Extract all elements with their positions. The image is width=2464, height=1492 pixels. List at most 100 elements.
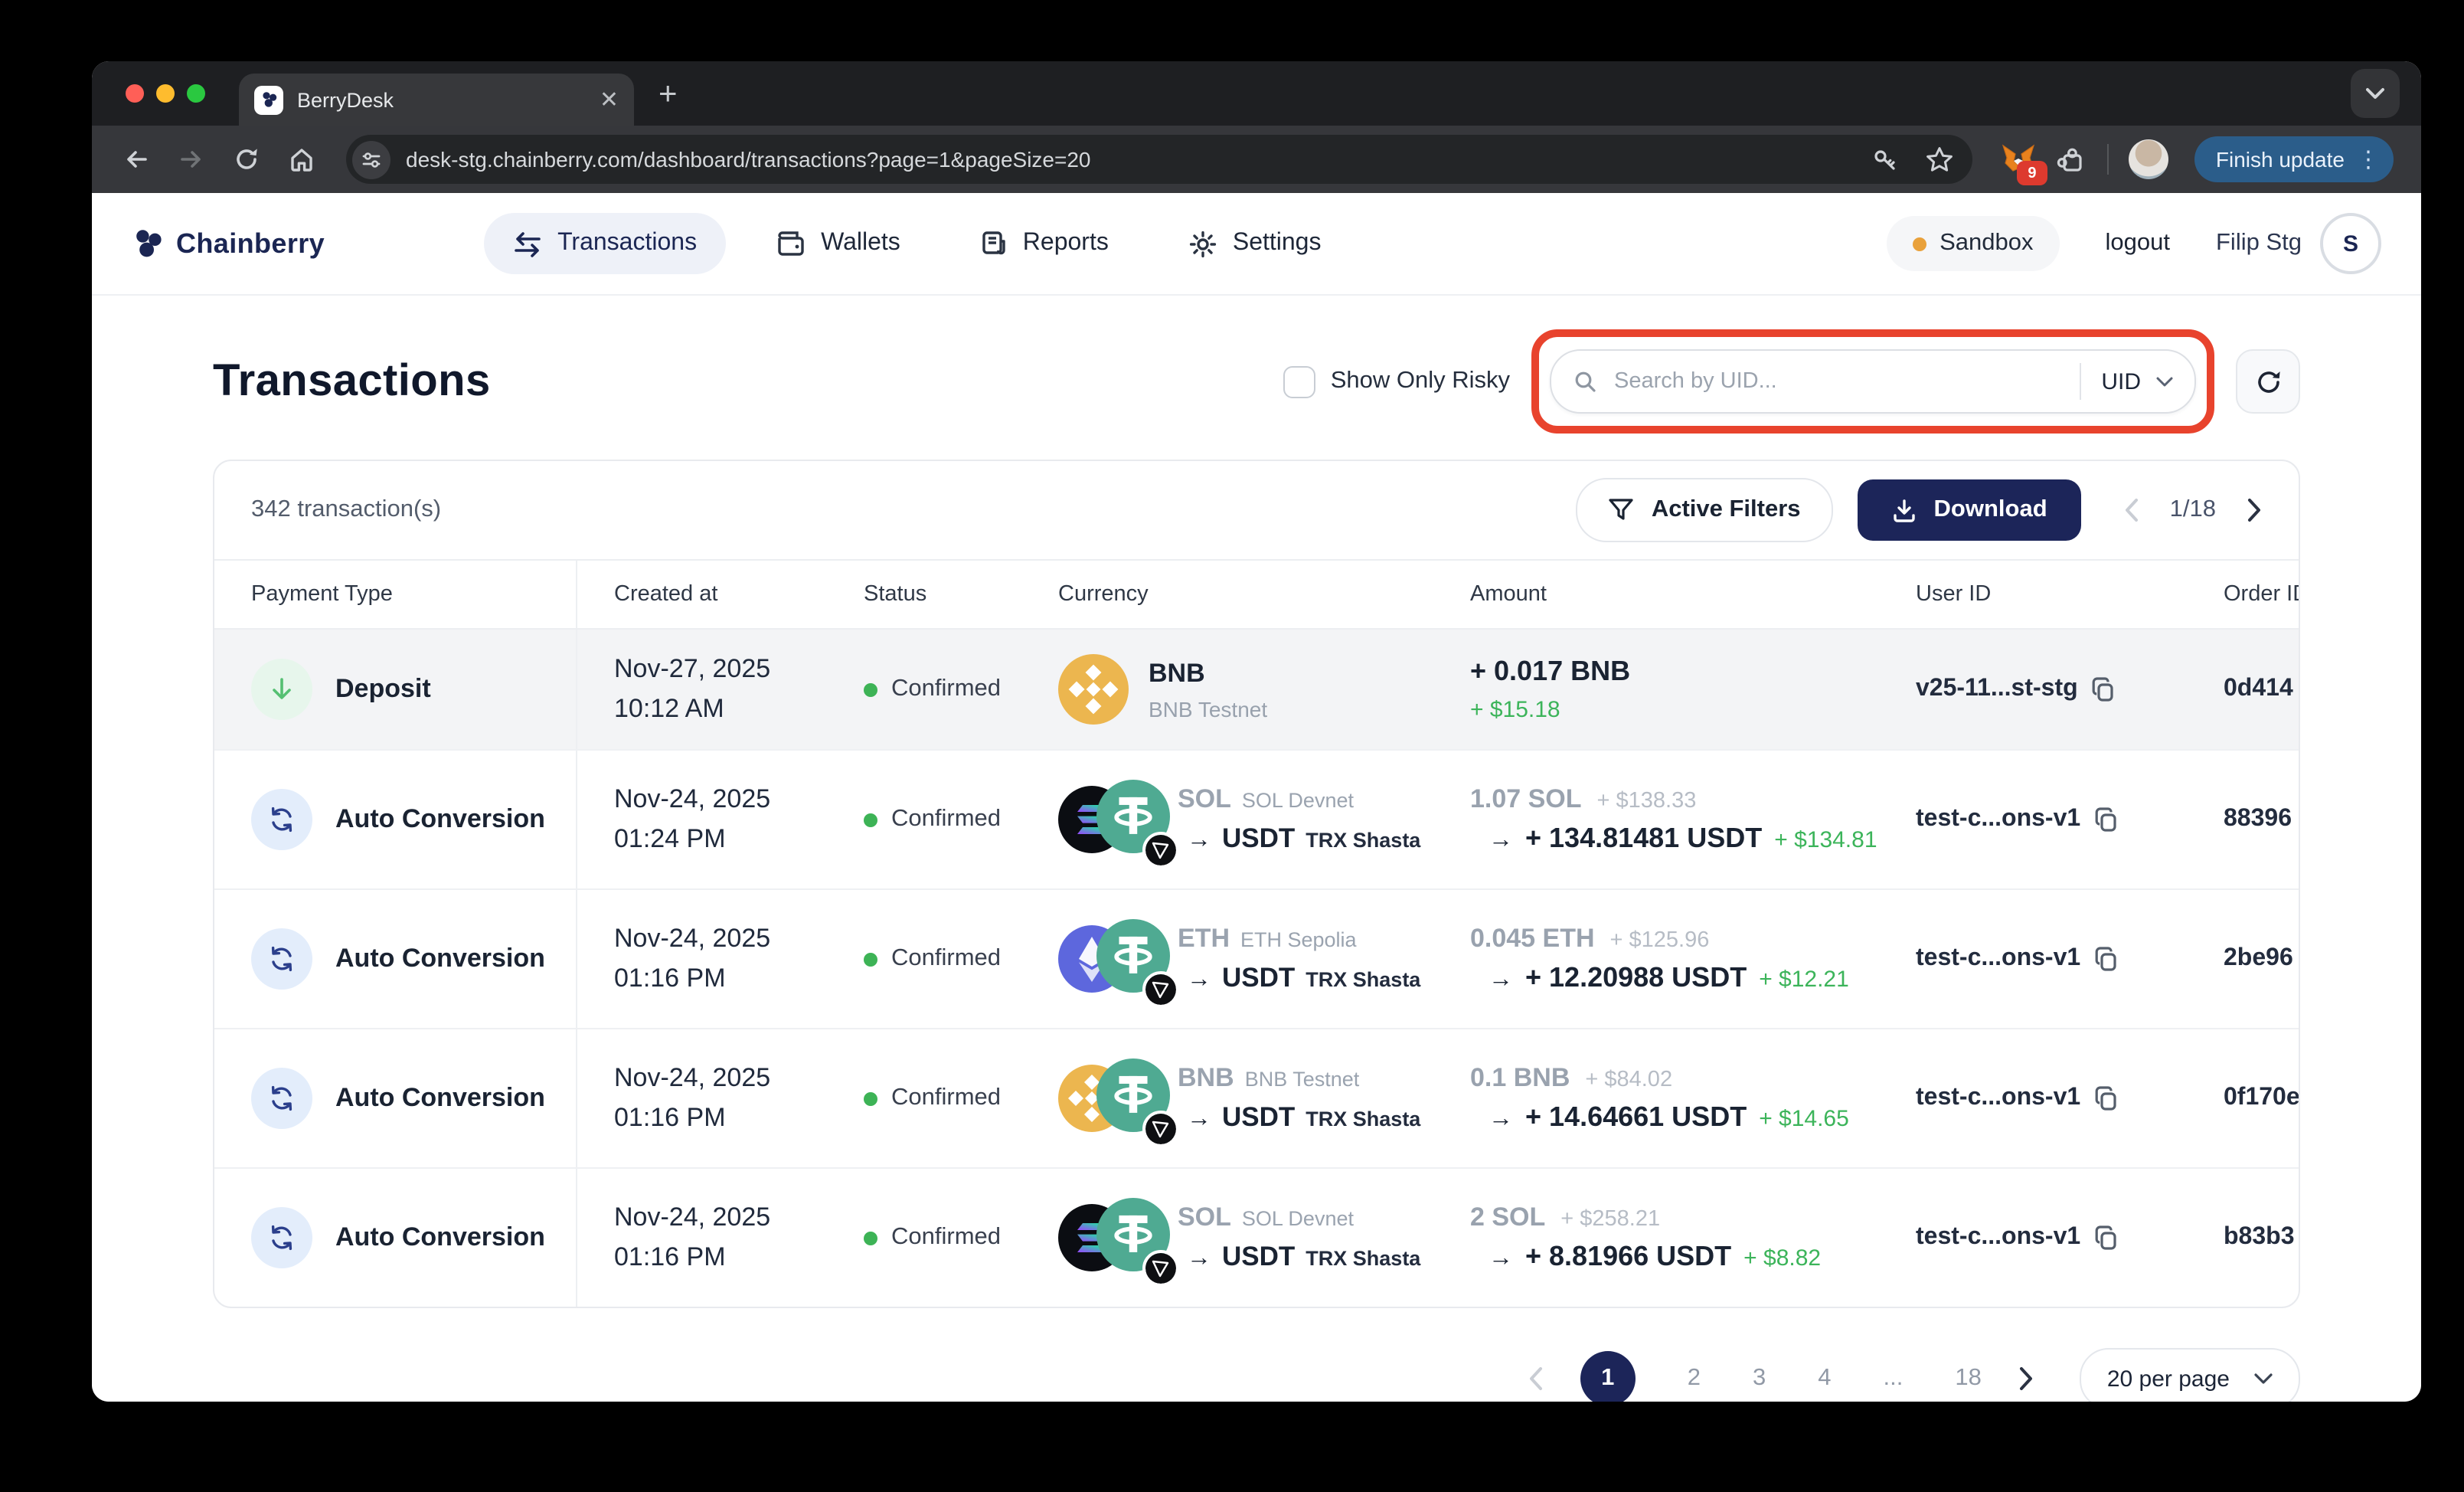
status-dot-icon	[864, 1091, 877, 1105]
col-currency: Currency	[1021, 582, 1433, 607]
risky-checkbox[interactable]	[1283, 365, 1315, 398]
status-dot-icon	[864, 952, 877, 966]
back-button[interactable]	[113, 136, 159, 182]
copy-icon[interactable]	[2093, 1085, 2119, 1111]
user-id: test-c...ons-v1	[1916, 1085, 2080, 1112]
metamask-extension-icon[interactable]: 9	[2000, 141, 2037, 178]
browser-toolbar: desk-stg.chainberry.com/dashboard/transa…	[92, 126, 2421, 193]
pagination: 1 2 3 4 ... 18 20 per page	[213, 1348, 2300, 1402]
active-filters-button[interactable]: Active Filters	[1577, 478, 1833, 542]
table-row[interactable]: Deposit Nov-27, 202510:12 AM Confirmed B…	[214, 630, 2299, 751]
user-id: test-c...ons-v1	[1916, 1224, 2080, 1252]
created-time: 01:24 PM	[614, 820, 827, 860]
page-indicator: 1/18	[2170, 496, 2216, 524]
arrow-right-icon: →	[1489, 1106, 1513, 1134]
arrow-right-icon: →	[1187, 827, 1211, 855]
page-number[interactable]: 18	[1955, 1365, 1982, 1392]
from-network: BNB Testnet	[1245, 1068, 1360, 1091]
from-coin: SOL	[1178, 784, 1231, 815]
to-amount-usd: + $134.81	[1774, 827, 1877, 853]
new-tab-button[interactable]: +	[658, 77, 678, 110]
from-amount: 0.045 ETH	[1470, 924, 1595, 954]
payment-type-label: Auto Conversion	[335, 944, 545, 974]
reload-button[interactable]	[224, 136, 270, 182]
nav-item-transactions[interactable]: Transactions	[484, 213, 726, 274]
from-network: SOL Devnet	[1242, 1207, 1354, 1230]
search-bar[interactable]: UID	[1550, 349, 2196, 414]
trx-badge-icon	[1142, 1250, 1179, 1287]
to-amount: + 8.81966 USDT	[1525, 1241, 1731, 1273]
auto-conversion-icon	[268, 1085, 296, 1112]
prev-page-icon[interactable]	[1528, 1366, 1544, 1391]
search-filter-select[interactable]: UID	[2101, 368, 2173, 394]
brand-logo[interactable]: Chainberry	[132, 227, 325, 260]
auto-conversion-icon	[268, 806, 296, 833]
status-label: Confirmed	[891, 945, 1001, 973]
chevron-down-icon	[2156, 376, 2173, 387]
search-input[interactable]	[1611, 368, 2060, 395]
copy-icon[interactable]	[2093, 1225, 2119, 1251]
arrow-right-icon: →	[1489, 1245, 1513, 1273]
from-coin: BNB	[1178, 1063, 1234, 1094]
close-window-button[interactable]	[126, 84, 144, 103]
auto-conversion-icon	[268, 945, 296, 973]
per-page-select[interactable]: 20 per page	[2080, 1348, 2300, 1402]
from-amount-usd: + $125.96	[1610, 928, 1710, 953]
next-page-icon[interactable]	[2018, 1366, 2034, 1391]
page-number-current[interactable]: 1	[1580, 1351, 1636, 1402]
forward-button[interactable]	[168, 136, 214, 182]
bookmark-star-icon[interactable]	[1925, 145, 1954, 174]
refresh-button[interactable]	[2236, 349, 2300, 414]
nav-item-settings[interactable]: Settings	[1159, 212, 1351, 275]
report-icon	[980, 230, 1008, 257]
trx-badge-icon	[1142, 1111, 1179, 1147]
payment-type-label: Auto Conversion	[335, 804, 545, 835]
to-network: TRX Shasta	[1306, 968, 1420, 991]
table-row[interactable]: Auto Conversion Nov-24, 202501:24 PM Con…	[214, 751, 2299, 890]
next-page-icon[interactable]	[2247, 498, 2262, 522]
browser-menu-icon[interactable]: ⋮	[2357, 148, 2380, 171]
toolbar-divider	[2107, 144, 2109, 175]
nav-item-reports[interactable]: Reports	[951, 213, 1138, 274]
status-label: Confirmed	[891, 676, 1001, 703]
zoom-window-button[interactable]	[187, 84, 205, 103]
minimize-window-button[interactable]	[156, 84, 175, 103]
browser-tab[interactable]: BerryDesk ✕	[239, 74, 634, 126]
status-dot-icon	[864, 682, 877, 696]
finish-update-button[interactable]: Finish update ⋮	[2194, 136, 2394, 182]
table-row[interactable]: Auto Conversion Nov-24, 202501:16 PM Con…	[214, 890, 2299, 1029]
copy-icon[interactable]	[2090, 676, 2116, 702]
copy-icon[interactable]	[2093, 946, 2119, 972]
url-bar[interactable]: desk-stg.chainberry.com/dashboard/transa…	[346, 135, 1972, 184]
download-button[interactable]: Download	[1858, 479, 2081, 541]
logout-link[interactable]: logout	[2106, 230, 2170, 257]
user-avatar[interactable]: S	[2320, 213, 2381, 274]
site-settings-icon[interactable]	[352, 140, 391, 178]
to-amount: + 134.81481 USDT	[1525, 823, 1762, 855]
order-id: 0f170e	[2187, 1085, 2299, 1112]
created-date: Nov-27, 2025	[614, 649, 827, 689]
table-row[interactable]: Auto Conversion Nov-24, 202501:16 PM Con…	[214, 1169, 2299, 1307]
from-amount: 2 SOL	[1470, 1202, 1545, 1233]
status-label: Confirmed	[891, 1224, 1001, 1252]
page-number[interactable]: 3	[1753, 1365, 1766, 1392]
created-date: Nov-24, 2025	[614, 1197, 827, 1238]
extensions-puzzle-icon[interactable]	[2057, 144, 2087, 175]
table-row[interactable]: Auto Conversion Nov-24, 202501:16 PM Con…	[214, 1029, 2299, 1169]
page-number[interactable]: 4	[1818, 1365, 1831, 1392]
chevron-down-icon	[2366, 87, 2384, 100]
tab-search-button[interactable]	[2351, 69, 2400, 118]
tab-close-icon[interactable]: ✕	[600, 88, 619, 111]
nav-item-wallets[interactable]: Wallets	[747, 213, 930, 274]
prev-page-icon[interactable]	[2124, 498, 2139, 522]
browser-profile-avatar[interactable]	[2129, 139, 2168, 179]
home-button[interactable]	[279, 136, 325, 182]
arrow-right-icon: →	[1187, 1245, 1211, 1273]
screenshot-stage: BerryDesk ✕ + desk-stg.chainberry.com/da…	[0, 0, 2464, 1492]
trx-badge-icon	[1142, 971, 1179, 1008]
page-number[interactable]: 2	[1688, 1365, 1701, 1392]
show-only-risky-toggle[interactable]: Show Only Risky	[1283, 365, 1510, 398]
password-key-icon[interactable]	[1871, 145, 1900, 174]
status-dot-icon	[864, 1231, 877, 1245]
copy-icon[interactable]	[2093, 807, 2119, 833]
